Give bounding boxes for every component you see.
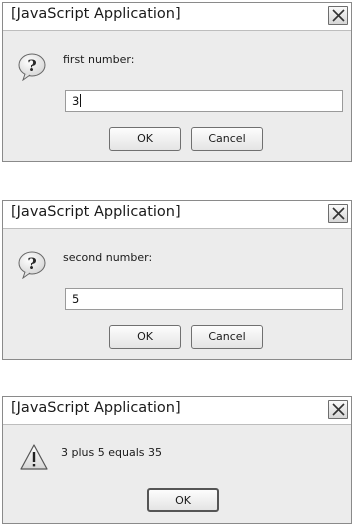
question-icon: ? — [17, 51, 47, 85]
ok-button[interactable]: OK — [147, 488, 219, 512]
close-icon — [332, 207, 345, 220]
close-button[interactable] — [328, 6, 348, 25]
prompt-dialog-second-number: [JavaScript Application] ? second number… — [2, 200, 352, 360]
dialog-title: [JavaScript Application] — [11, 6, 181, 22]
question-icon: ? — [17, 249, 47, 283]
prompt-label: first number: — [63, 53, 135, 66]
ok-button[interactable]: OK — [109, 325, 181, 349]
text-caret — [80, 94, 82, 107]
input-value: 3 — [72, 94, 80, 108]
alert-message: 3 plus 5 equals 35 — [61, 446, 162, 459]
warning-icon — [19, 443, 49, 475]
svg-text:?: ? — [27, 56, 36, 75]
dialog-title: [JavaScript Application] — [11, 400, 181, 416]
dialog-titlebar[interactable]: [JavaScript Application] — [3, 201, 351, 229]
number-input[interactable]: 5 — [65, 288, 343, 310]
cancel-button[interactable]: Cancel — [191, 127, 263, 151]
alert-dialog-result: [JavaScript Application] 3 plus 5 equals… — [2, 396, 352, 524]
close-icon — [332, 9, 345, 22]
ok-button[interactable]: OK — [109, 127, 181, 151]
number-input[interactable]: 3 — [65, 90, 343, 112]
dialog-titlebar[interactable]: [JavaScript Application] — [3, 397, 351, 425]
dialog-titlebar[interactable]: [JavaScript Application] — [3, 3, 351, 31]
input-value: 5 — [72, 292, 80, 306]
prompt-dialog-first-number: [JavaScript Application] ? first number:… — [2, 2, 352, 162]
close-button[interactable] — [328, 400, 348, 419]
svg-text:?: ? — [27, 254, 36, 273]
close-icon — [332, 403, 345, 416]
cancel-button[interactable]: Cancel — [191, 325, 263, 349]
close-button[interactable] — [328, 204, 348, 223]
prompt-label: second number: — [63, 251, 153, 264]
dialog-title: [JavaScript Application] — [11, 204, 181, 220]
